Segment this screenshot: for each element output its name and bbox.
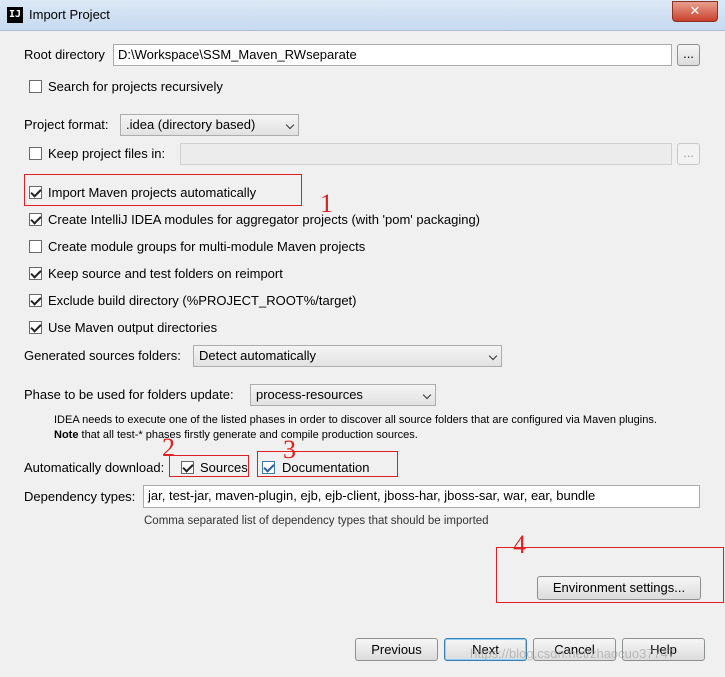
create-aggregator-modules-label: Create IntelliJ IDEA modules for aggrega…: [48, 212, 481, 227]
previous-button[interactable]: Previous: [355, 638, 438, 661]
project-format-select[interactable]: .idea (directory based): [120, 114, 299, 136]
watermark-text: https://blog.csdn.net/zhaocuo37747: [470, 646, 676, 661]
exclude-build-directory-label: Exclude build directory (%PROJECT_ROOT%/…: [48, 293, 357, 308]
keep-project-files-checkbox[interactable]: [29, 147, 42, 160]
project-format-label: Project format:: [24, 117, 109, 132]
phase-note-rest: that all test-* phases firstly generate …: [78, 429, 418, 441]
annotation-box-2: [169, 455, 249, 477]
annotation-number-2: 2: [162, 433, 175, 462]
annotation-box-4: [496, 547, 724, 603]
annotation-number-4: 4: [513, 530, 526, 559]
create-module-groups-checkbox[interactable]: [29, 240, 42, 253]
generated-sources-value: Detect automatically: [199, 348, 317, 363]
keep-source-test-folders-checkbox[interactable]: [29, 267, 42, 280]
create-aggregator-modules-checkbox[interactable]: [29, 213, 42, 226]
dependency-types-label: Dependency types:: [24, 489, 136, 504]
root-directory-input[interactable]: D:\Workspace\SSM_Maven_RWseparate: [113, 44, 672, 66]
annotation-number-3: 3: [283, 435, 296, 464]
search-recursively-label: Search for projects recursively: [48, 79, 223, 94]
search-recursively-checkbox[interactable]: [29, 80, 42, 93]
use-maven-output-dirs-label: Use Maven output directories: [48, 320, 218, 335]
title-bar: IJ Import Project ✕: [0, 0, 725, 31]
root-directory-label: Root directory: [24, 47, 105, 62]
phase-note-line2: Note that all test-* phases firstly gene…: [54, 429, 418, 441]
annotation-box-1: [24, 174, 302, 206]
chevron-down-icon: [285, 120, 295, 130]
keep-project-files-browse-button[interactable]: ...: [677, 143, 700, 165]
phase-value: process-resources: [256, 387, 363, 402]
phase-select[interactable]: process-resources: [250, 384, 436, 406]
phase-note-bold: Note: [54, 429, 79, 441]
phase-label: Phase to be used for folders update:: [24, 387, 234, 402]
auto-download-label: Automatically download:: [24, 460, 165, 475]
window-title: Import Project: [29, 7, 110, 22]
intellij-app-icon: IJ: [7, 7, 23, 23]
dependency-types-input[interactable]: jar, test-jar, maven-plugin, ejb, ejb-cl…: [143, 485, 700, 508]
chevron-down-icon: [488, 351, 498, 361]
keep-source-test-folders-label: Keep source and test folders on reimport: [48, 266, 283, 281]
keep-project-files-input[interactable]: [180, 143, 672, 165]
phase-note-line1: IDEA needs to execute one of the listed …: [54, 414, 657, 426]
exclude-build-directory-checkbox[interactable]: [29, 294, 42, 307]
chevron-down-icon: [422, 390, 432, 400]
generated-sources-select[interactable]: Detect automatically: [193, 345, 502, 367]
dependency-types-hint: Comma separated list of dependency types…: [144, 515, 489, 527]
root-directory-browse-button[interactable]: ...: [677, 44, 700, 66]
close-button[interactable]: ✕: [672, 1, 718, 22]
annotation-number-1: 1: [320, 189, 333, 218]
annotation-box-3: [257, 451, 398, 477]
generated-sources-label: Generated sources folders:: [24, 348, 181, 363]
project-format-value: .idea (directory based): [126, 117, 256, 132]
keep-project-files-label: Keep project files in:: [48, 146, 166, 161]
create-module-groups-label: Create module groups for multi-module Ma…: [48, 239, 366, 254]
use-maven-output-dirs-checkbox[interactable]: [29, 321, 42, 334]
